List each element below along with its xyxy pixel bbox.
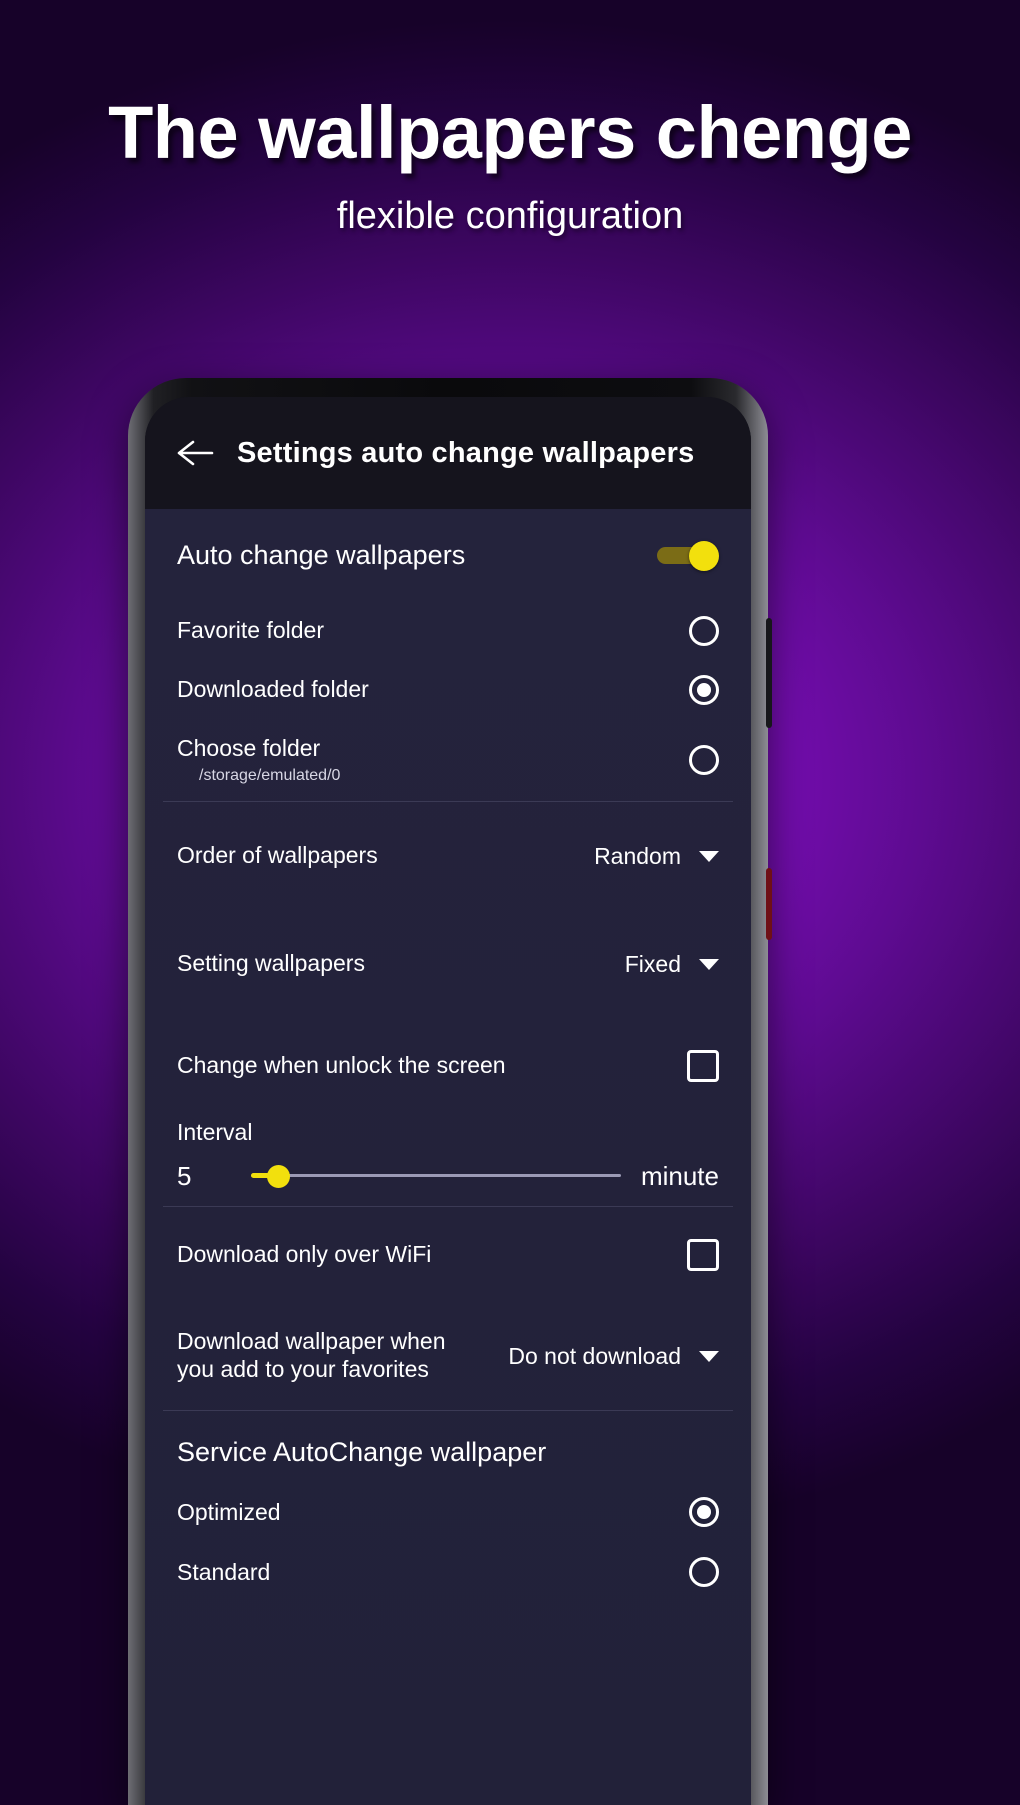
row-auto-change-wallpapers[interactable]: Auto change wallpapers — [145, 509, 751, 601]
row-order-of-wallpapers[interactable]: Order of wallpapers Random — [145, 802, 751, 910]
toggle-knob — [689, 541, 719, 571]
row-change-when-unlock[interactable]: Change when unlock the screen — [145, 1018, 751, 1113]
row-setting-wallpapers[interactable]: Setting wallpapers Fixed — [145, 910, 751, 1018]
radio-choose-folder[interactable] — [689, 745, 719, 775]
radio-downloaded-folder[interactable] — [689, 674, 719, 705]
download-on-favorite-label: Download wallpaper when you add to your … — [177, 1328, 446, 1383]
slider-thumb[interactable] — [267, 1165, 290, 1188]
favorite-folder-label: Favorite folder — [177, 617, 325, 643]
radio-service-standard[interactable] — [689, 1557, 719, 1587]
phone-screen: Settings auto change wallpapers Auto cha… — [145, 397, 751, 1805]
auto-change-label: Auto change wallpapers — [177, 539, 466, 570]
phone-mockup: Settings auto change wallpapers Auto cha… — [128, 378, 772, 1805]
promo-header: The wallpapers chenge flexible configura… — [0, 0, 1020, 238]
chevron-down-icon[interactable] — [699, 1350, 719, 1362]
choose-folder-text: Choose folder /storage/emulated/0 — [177, 735, 340, 784]
download-only-wifi-label: Download only over WiFi — [177, 1241, 432, 1267]
power-button[interactable] — [766, 868, 772, 940]
slider-track — [251, 1174, 621, 1177]
interval-label: Interval — [177, 1119, 253, 1145]
page-title: Settings auto change wallpapers — [237, 436, 695, 469]
choose-folder-path: /storage/emulated/0 — [199, 766, 341, 784]
row-service-optimized[interactable]: Optimized — [145, 1482, 751, 1542]
promo-subtitle: flexible configuration — [336, 195, 684, 237]
service-optimized-label: Optimized — [177, 1498, 281, 1525]
row-favorite-folder[interactable]: Favorite folder — [145, 601, 751, 660]
download-on-favorite-label-line1: Download wallpaper when — [177, 1328, 446, 1355]
promo-title: The wallpapers chenge — [108, 91, 912, 174]
order-of-wallpapers-value: Random — [594, 842, 681, 869]
arrow-left-icon[interactable] — [175, 433, 215, 473]
row-choose-folder[interactable]: Choose folder /storage/emulated/0 — [145, 719, 751, 801]
chevron-down-icon[interactable] — [699, 850, 719, 862]
interval-slider[interactable] — [251, 1162, 621, 1190]
chevron-down-icon[interactable] — [699, 958, 719, 970]
settings-list: Auto change wallpapers Favorite folder D… — [145, 509, 751, 1805]
interval-block: Interval 5 minute — [145, 1113, 751, 1206]
setting-wallpapers-label: Setting wallpapers — [177, 950, 365, 977]
auto-change-toggle[interactable] — [657, 541, 719, 571]
interval-value: 5 — [177, 1160, 192, 1191]
interval-unit: minute — [640, 1160, 719, 1191]
row-download-only-wifi[interactable]: Download only over WiFi — [145, 1207, 751, 1302]
service-section-title: Service AutoChange wallpaper — [177, 1437, 547, 1467]
setting-wallpapers-value: Fixed — [624, 950, 681, 977]
change-when-unlock-label: Change when unlock the screen — [177, 1052, 506, 1078]
choose-folder-label: Choose folder — [177, 735, 321, 762]
app-bar: Settings auto change wallpapers — [145, 397, 751, 509]
service-standard-label: Standard — [177, 1558, 271, 1585]
volume-button[interactable] — [766, 618, 772, 728]
downloaded-folder-label: Downloaded folder — [177, 676, 369, 702]
row-service-standard[interactable]: Standard — [145, 1542, 751, 1602]
order-of-wallpapers-label: Order of wallpapers — [177, 842, 378, 869]
checkbox-change-when-unlock[interactable] — [687, 1049, 719, 1082]
checkbox-download-only-wifi[interactable] — [687, 1238, 719, 1271]
row-downloaded-folder[interactable]: Downloaded folder — [145, 660, 751, 719]
interval-row: 5 minute — [177, 1146, 719, 1206]
promo-screenshot: The wallpapers chenge flexible configura… — [0, 0, 1020, 1805]
radio-favorite-folder[interactable] — [689, 615, 719, 646]
radio-service-optimized[interactable] — [689, 1497, 719, 1527]
download-on-favorite-label-line2: you add to your favorites — [177, 1356, 429, 1382]
download-on-favorite-value: Do not download — [508, 1342, 681, 1369]
row-download-on-favorite[interactable]: Download wallpaper when you add to your … — [145, 1302, 751, 1410]
